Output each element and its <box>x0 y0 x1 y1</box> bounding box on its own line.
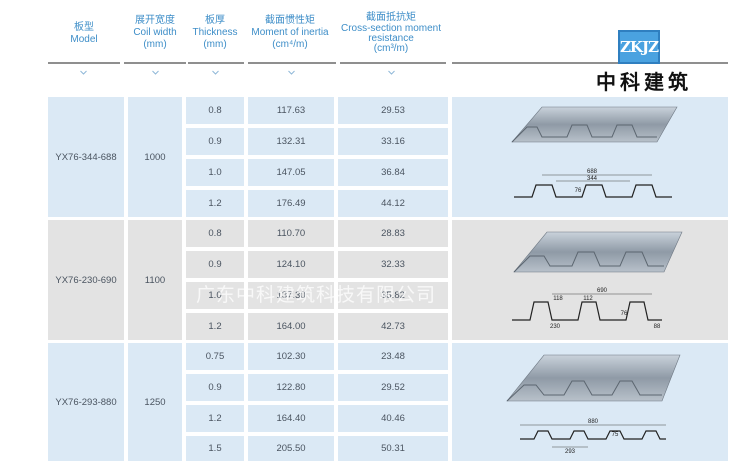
product-1-row-2-inertia: 132.31 <box>248 128 334 155</box>
header-inertia-en: Moment of inertia <box>251 27 329 38</box>
deck-profile-illustration: 688 344 76 <box>511 106 678 198</box>
chevron-down-icon <box>80 70 87 75</box>
product-2-model: YX76-230-690 <box>55 274 117 286</box>
product-1-row-1-inertia: 117.63 <box>248 97 334 124</box>
header-thickness-en: Thickness <box>192 27 238 38</box>
product-2-image: 690 118 112 76 230 88 <box>452 220 728 340</box>
product-2-dim-pitch: 230 <box>550 324 561 330</box>
product-3-image: 880 75 293 <box>452 343 728 461</box>
product-1-row-4-thickness: 1.2 <box>186 190 244 217</box>
product-3-row-1-resistance: 23.48 <box>338 343 448 370</box>
header-inertia-cn: 截面惯性矩 <box>265 15 315 26</box>
header-model-en: Model <box>70 34 98 45</box>
product-2-dim-height: 76 <box>621 311 628 317</box>
product-3-row-1-thickness: 0.75 <box>186 343 244 370</box>
product-2-row-1-inertia: 110.70 <box>248 220 334 247</box>
company-logo-mark: ZKJZ <box>618 30 660 64</box>
product-3-row-4-inertia: 205.50 <box>248 436 334 461</box>
product-1-row-4-resistance: 44.12 <box>338 190 448 217</box>
product-3-row-3-inertia: 164.40 <box>248 405 334 432</box>
header-rule-resistance <box>340 62 446 64</box>
header-thickness-unit: (mm) <box>203 39 227 50</box>
product-2-row-3-resistance: 35.82 <box>338 282 448 309</box>
header-resistance-unit: (cm³/m) <box>373 43 409 54</box>
product-1-dim-rib: 344 <box>587 176 598 182</box>
product-2-coil-cell: 1100 <box>128 220 182 340</box>
product-3-row-3-resistance: 40.46 <box>338 405 448 432</box>
header-coil-en: Coil width <box>133 27 177 38</box>
header-model: 板型 Model <box>48 22 120 46</box>
product-3-dim-height: 75 <box>612 432 619 438</box>
header-rule-image <box>452 62 728 64</box>
product-2-row-4-inertia: 164.00 <box>248 313 334 340</box>
product-1-row-1-thickness: 0.8 <box>186 97 244 124</box>
header-rule-model <box>48 62 120 64</box>
product-2-row-4-resistance: 42.73 <box>338 313 448 340</box>
product-1-row-3-resistance: 36.84 <box>338 159 448 186</box>
product-2-dim-bottom: 112 <box>583 296 593 302</box>
product-2-row-2-inertia: 124.10 <box>248 251 334 278</box>
product-1-coil: 1000 <box>144 151 166 163</box>
header-rule-thickness <box>188 62 244 64</box>
chevron-down-icon <box>212 70 219 75</box>
company-logo-name: 中科建筑 <box>596 70 692 94</box>
product-3-dim-width: 880 <box>588 419 599 425</box>
product-3-row-2-resistance: 29.52 <box>338 374 448 401</box>
product-2-row-1-thickness: 0.8 <box>186 220 244 247</box>
product-3-row-4-resistance: 50.31 <box>338 436 448 461</box>
chevron-down-icon <box>288 70 295 75</box>
product-3-coil: 1250 <box>144 396 166 408</box>
product-2-row-3-inertia: 137.30 <box>248 282 334 309</box>
chevron-down-icon <box>152 70 159 75</box>
product-3-coil-cell: 1250 <box>128 343 182 461</box>
header-rule-coil <box>124 62 186 64</box>
product-3-row-1-inertia: 102.30 <box>248 343 334 370</box>
product-1-row-3-thickness: 1.0 <box>186 159 244 186</box>
product-1-row-3-inertia: 147.05 <box>248 159 334 186</box>
product-3-row-2-inertia: 122.80 <box>248 374 334 401</box>
product-1-dim-height: 76 <box>575 188 582 194</box>
product-1-coil-cell: 1000 <box>128 97 182 217</box>
header-coil-unit: (mm) <box>143 39 167 50</box>
product-1-row-4-inertia: 176.49 <box>248 190 334 217</box>
product-3-dim-pitch: 293 <box>565 449 576 455</box>
product-1-row-1-resistance: 29.53 <box>338 97 448 124</box>
product-1-model-cell: YX76-344-688 <box>48 97 124 217</box>
product-2-dim-width: 690 <box>597 288 608 294</box>
header-coil-width: 展开宽度 Coil width (mm) <box>124 15 186 51</box>
product-3-model: YX76-293-880 <box>55 396 117 408</box>
product-2-row-1-resistance: 28.83 <box>338 220 448 247</box>
product-2-row-2-resistance: 32.33 <box>338 251 448 278</box>
product-2-coil: 1100 <box>144 274 166 286</box>
product-1-row-2-resistance: 33.16 <box>338 128 448 155</box>
header-model-cn: 板型 <box>74 22 94 33</box>
product-3-row-2-thickness: 0.9 <box>186 374 244 401</box>
product-2-row-4-thickness: 1.2 <box>186 313 244 340</box>
header-coil-cn: 展开宽度 <box>135 15 175 26</box>
product-1-dim-width: 688 <box>587 169 598 175</box>
header-inertia: 截面惯性矩 Moment of inertia (cm⁴/m) <box>244 15 336 51</box>
chevron-down-icon <box>388 70 395 75</box>
product-2-row-3-thickness: 1.0 <box>186 282 244 309</box>
product-1-model: YX76-344-688 <box>55 151 117 163</box>
product-1-row-2-thickness: 0.9 <box>186 128 244 155</box>
product-2-dim-edge: 88 <box>654 324 661 330</box>
header-inertia-unit: (cm⁴/m) <box>272 39 308 50</box>
product-2-row-2-thickness: 0.9 <box>186 251 244 278</box>
deck-profile-illustration: 690 118 112 76 230 88 <box>512 231 683 330</box>
product-3-model-cell: YX76-293-880 <box>48 343 124 461</box>
product-2-dim-top: 118 <box>553 296 563 302</box>
header-resistance: 截面抵抗矩 Cross-section moment resistance (c… <box>336 12 446 54</box>
header-thickness: 板厚 Thickness (mm) <box>186 15 244 51</box>
product-1-image: 688 344 76 <box>452 97 728 217</box>
product-2-model-cell: YX76-230-690 <box>48 220 124 340</box>
header-rule-inertia <box>248 62 336 64</box>
deck-profile-illustration: 880 75 293 <box>506 354 681 455</box>
product-3-row-4-thickness: 1.5 <box>186 436 244 461</box>
header-thickness-cn: 板厚 <box>205 15 225 26</box>
product-3-row-3-thickness: 1.2 <box>186 405 244 432</box>
